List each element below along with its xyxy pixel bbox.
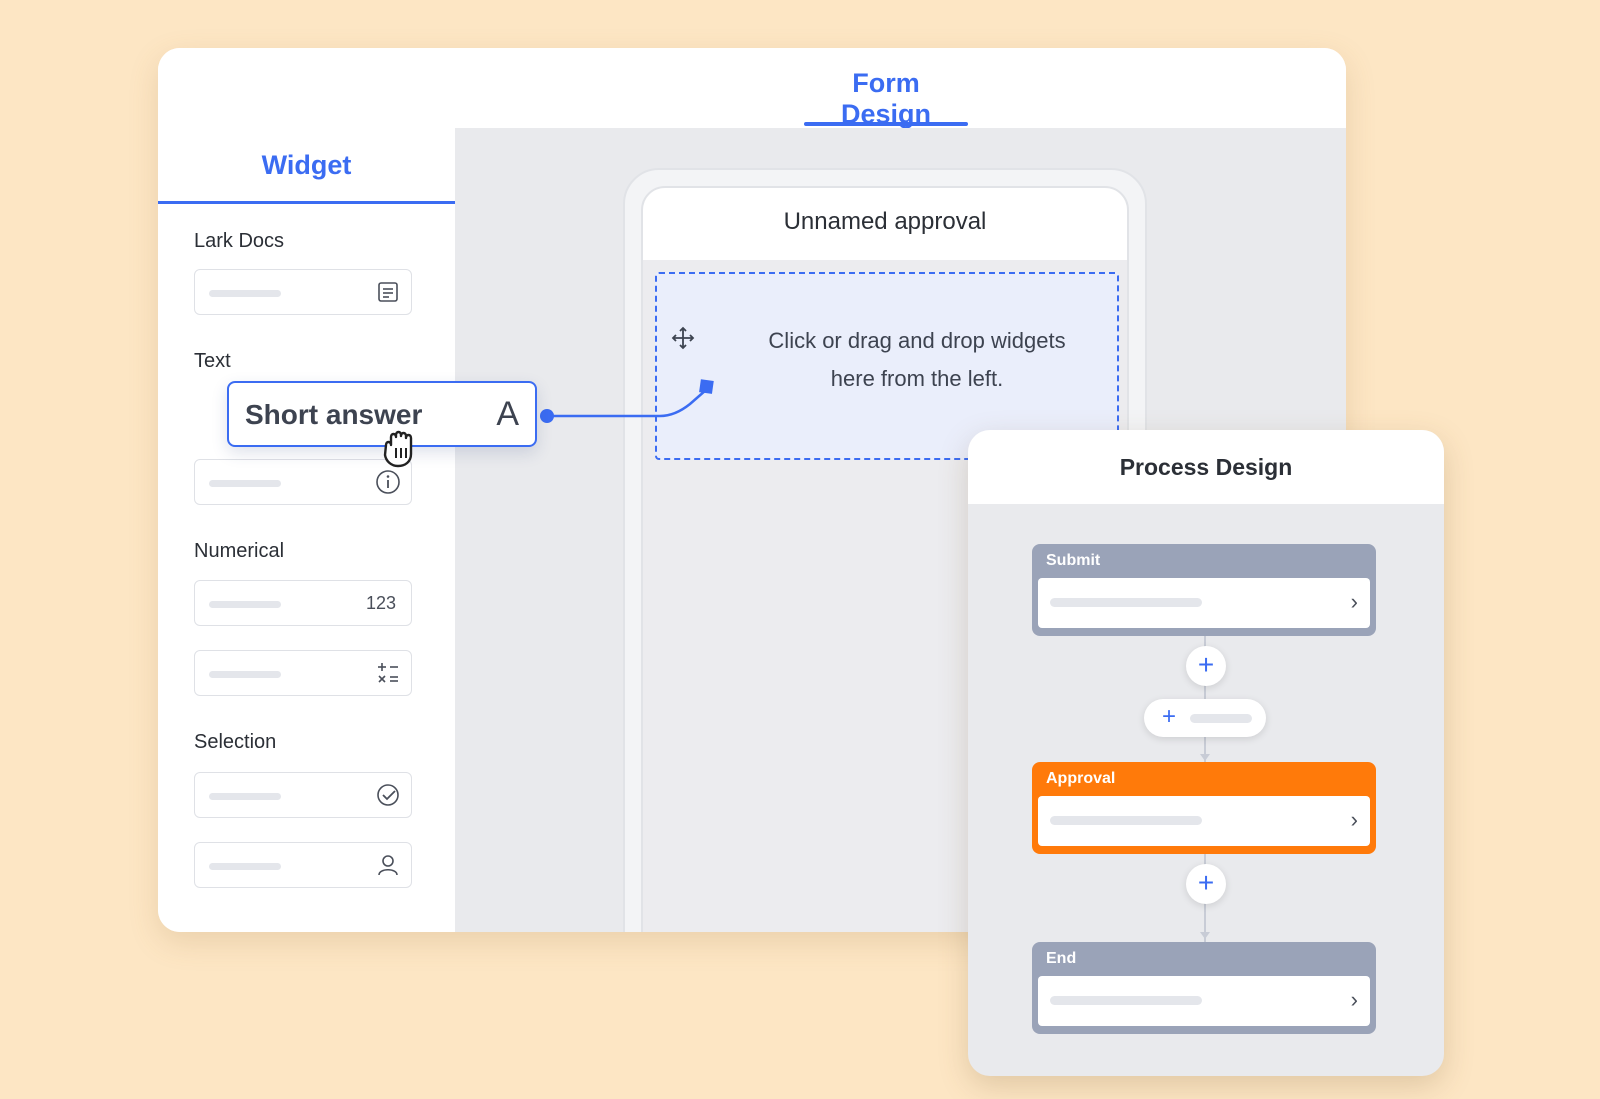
- form-design-header: Form Design: [158, 48, 1346, 130]
- widget-number[interactable]: 123: [194, 580, 412, 626]
- node-title: End: [1046, 950, 1077, 967]
- add-condition-pill[interactable]: +: [1144, 699, 1266, 737]
- chevron-right-icon: ›: [1350, 807, 1358, 832]
- move-icon: [671, 326, 695, 350]
- phone-header: Unnamed approval: [643, 188, 1127, 260]
- widget-calculation[interactable]: [194, 650, 412, 696]
- drop-hint-line-2: here from the left.: [830, 366, 1004, 391]
- arrow-down-icon: [1200, 932, 1210, 939]
- text-a-icon: A: [496, 395, 519, 433]
- approval-title[interactable]: Unnamed approval: [643, 208, 1127, 236]
- process-node-submit[interactable]: Submit ›: [1032, 544, 1376, 636]
- grab-hand-cursor-icon: [383, 430, 413, 468]
- node-title: Approval: [1046, 770, 1116, 787]
- add-node-button[interactable]: +: [1186, 646, 1226, 686]
- process-node-approval[interactable]: Approval ›: [1032, 762, 1376, 854]
- section-label-text: Text: [194, 350, 231, 372]
- tab-form-design[interactable]: Form Design: [804, 68, 968, 130]
- placeholder-bar: [1050, 996, 1202, 1005]
- tab-widget[interactable]: Widget: [158, 150, 455, 181]
- plus-icon: +: [1162, 703, 1177, 730]
- placeholder-bar: [209, 601, 281, 608]
- tab-active-indicator: [804, 122, 968, 126]
- section-label-numerical: Numerical: [194, 540, 285, 562]
- process-design-header: Process Design: [968, 430, 1444, 504]
- process-node-end[interactable]: End ›: [1032, 942, 1376, 1034]
- node-body[interactable]: ›: [1038, 578, 1370, 628]
- widget-contact[interactable]: [194, 842, 412, 888]
- widget-tab-indicator: [158, 201, 455, 204]
- widget-single-select[interactable]: [194, 772, 412, 818]
- node-body[interactable]: ›: [1038, 976, 1370, 1026]
- process-design-panel: Process Design Submit › + + Approval › +…: [968, 430, 1444, 1076]
- section-label-lark-docs: Lark Docs: [194, 230, 285, 252]
- placeholder-bar: [209, 793, 281, 800]
- widget-lark-docs[interactable]: [194, 269, 412, 315]
- placeholder-bar: [209, 863, 281, 870]
- calculator-icon: [375, 660, 401, 686]
- chevron-right-icon: ›: [1350, 589, 1358, 614]
- person-icon: [375, 852, 401, 878]
- placeholder-bar: [1050, 816, 1202, 825]
- check-circle-icon: [375, 782, 401, 808]
- chevron-right-icon: ›: [1350, 987, 1358, 1012]
- node-title: Submit: [1046, 552, 1101, 569]
- placeholder-bar: [209, 290, 281, 297]
- drop-zone-hint: Click or drag and drop widgets here from…: [717, 322, 1117, 398]
- placeholder-bar: [1190, 714, 1252, 723]
- drop-hint-line-1: Click or drag and drop widgets: [768, 328, 1066, 353]
- placeholder-bar: [1050, 598, 1202, 607]
- add-node-button[interactable]: +: [1186, 864, 1226, 904]
- placeholder-bar: [209, 480, 281, 487]
- section-label-selection: Selection: [194, 731, 277, 753]
- info-icon: [375, 469, 401, 495]
- arrow-down-icon: [1200, 754, 1210, 761]
- widget-sidebar: Widget Lark Docs Text Numerical 123 Sele…: [158, 128, 455, 932]
- number-icon: 123: [365, 592, 397, 613]
- node-body[interactable]: ›: [1038, 796, 1370, 846]
- placeholder-bar: [209, 671, 281, 678]
- process-design-title: Process Design: [1119, 454, 1293, 480]
- document-icon: [375, 279, 401, 305]
